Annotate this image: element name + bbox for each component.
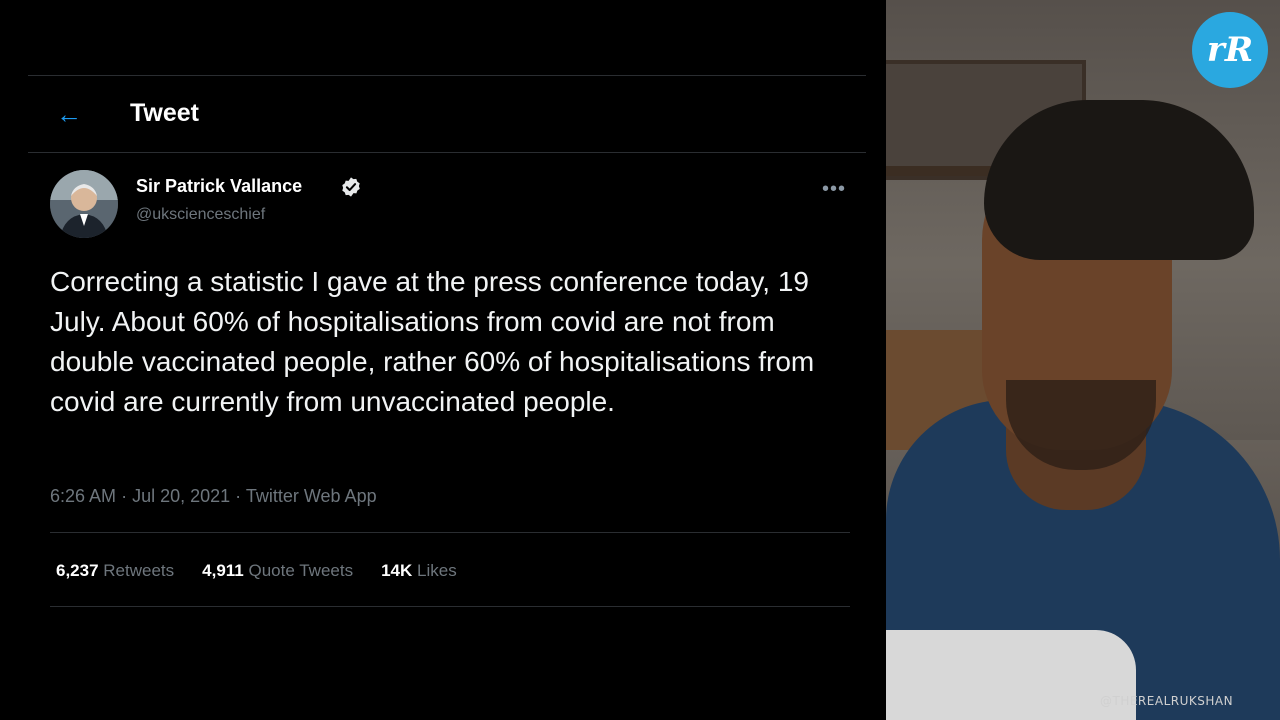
retweets-stat[interactable]: 6,237 Retweets bbox=[56, 561, 174, 581]
author-name[interactable]: Sir Patrick Vallance bbox=[136, 176, 302, 197]
tweet-date[interactable]: Jul 20, 2021 bbox=[132, 486, 230, 506]
divider bbox=[28, 75, 866, 76]
meta-separator: · bbox=[235, 486, 242, 506]
divider bbox=[50, 606, 850, 607]
avatar-photo bbox=[50, 170, 118, 238]
tweet-panel: ← Tweet Sir Patrick Vallance @uksciences… bbox=[0, 0, 886, 720]
stat-label: Likes bbox=[417, 561, 457, 580]
channel-logo: rR bbox=[1192, 12, 1268, 88]
tweet-meta: 6:26 AM · Jul 20, 2021 · Twitter Web App bbox=[50, 486, 377, 507]
webcam-feed: rR @THEREALRUKSHAN bbox=[886, 0, 1280, 720]
paper-sheet bbox=[886, 630, 1136, 720]
tweet-text: Correcting a statistic I gave at the pre… bbox=[50, 266, 815, 417]
page-title: Tweet bbox=[130, 99, 199, 127]
channel-watermark: @THEREALRUKSHAN bbox=[1100, 694, 1234, 708]
verified-badge-icon bbox=[342, 177, 360, 197]
stat-count: 6,237 bbox=[56, 561, 99, 580]
divider bbox=[28, 152, 866, 153]
avatar[interactable] bbox=[50, 170, 118, 238]
tweet-source[interactable]: Twitter Web App bbox=[246, 486, 377, 506]
stat-count: 4,911 bbox=[202, 561, 244, 580]
more-horizontal-icon[interactable]: ••• bbox=[822, 178, 846, 201]
meta-separator: · bbox=[121, 486, 128, 506]
engagement-stats: 6,237 Retweets 4,911 Quote Tweets 14K Li… bbox=[56, 561, 457, 581]
quote-tweets-stat[interactable]: 4,911 Quote Tweets bbox=[202, 561, 353, 581]
likes-stat[interactable]: 14K Likes bbox=[381, 561, 457, 581]
arrow-left-icon[interactable]: ← bbox=[56, 100, 86, 128]
stat-label: Quote Tweets bbox=[248, 561, 354, 580]
tweet-time[interactable]: 6:26 AM bbox=[50, 486, 116, 506]
stat-count: 14K bbox=[381, 561, 413, 580]
divider bbox=[50, 532, 850, 533]
stat-label: Retweets bbox=[103, 561, 175, 580]
author-handle[interactable]: @ukscienceschief bbox=[136, 206, 265, 224]
